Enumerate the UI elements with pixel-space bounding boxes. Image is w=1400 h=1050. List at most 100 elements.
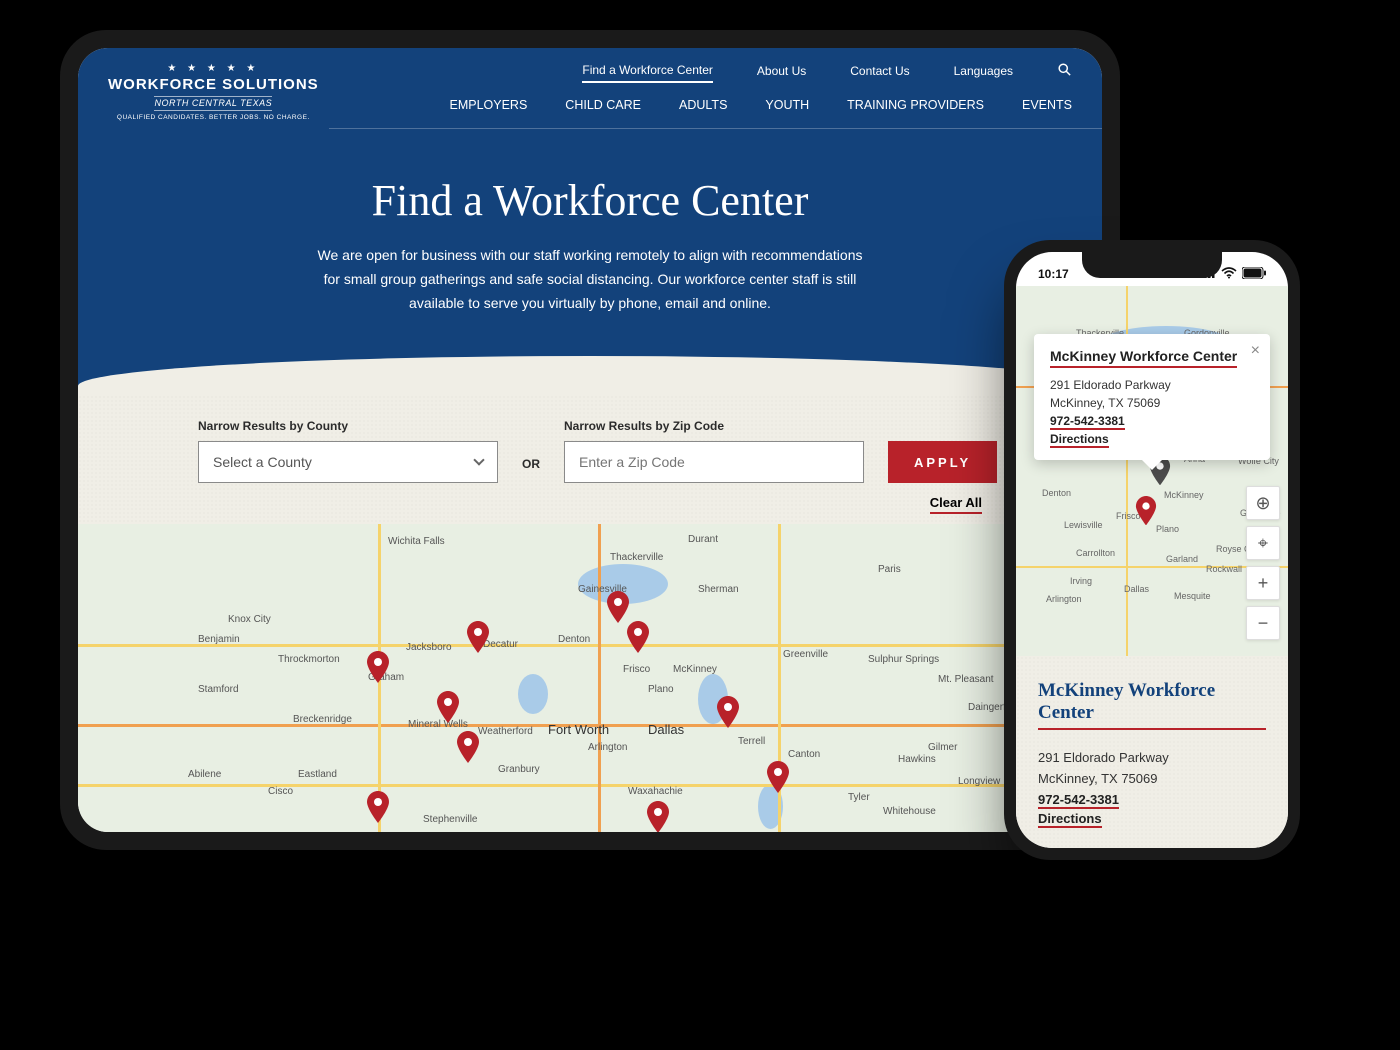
map-city-label: Cisco: [268, 786, 293, 797]
chevron-down-icon: [473, 455, 484, 466]
close-icon[interactable]: ×: [1251, 342, 1260, 360]
map-city-label: Arlington: [1046, 594, 1082, 604]
nav-training[interactable]: TRAINING PROVIDERS: [847, 98, 984, 116]
hero-body: We are open for business with our staff …: [310, 244, 870, 315]
map-city-label: Granbury: [498, 764, 540, 775]
brand-logo[interactable]: ★ ★ ★ ★ ★ WORKFORCE SOLUTIONS NORTH CENT…: [108, 62, 319, 123]
map-info-window: × McKinney Workforce Center 291 Eldorado…: [1034, 334, 1270, 460]
nav-find-center[interactable]: Find a Workforce Center: [582, 63, 713, 83]
filter-or-label: OR: [522, 457, 540, 483]
map-city-label: Whitehouse: [883, 806, 936, 817]
map-city-label: McKinney: [1164, 490, 1204, 500]
map-city-label: Waxahachie: [628, 786, 683, 797]
map-city-label: Stephenville: [423, 814, 477, 825]
nav-childcare[interactable]: CHILD CARE: [565, 98, 641, 116]
map-city-label: Sherman: [698, 584, 739, 595]
hero-section: ★ ★ ★ ★ ★ WORKFORCE SOLUTIONS NORTH CENT…: [78, 48, 1102, 395]
map-city-label: Rockwall: [1206, 564, 1242, 574]
phone-screen: 10:17 ThackervilleGordonvilleGainesville…: [1016, 252, 1288, 848]
tablet-screen: ★ ★ ★ ★ ★ WORKFORCE SOLUTIONS NORTH CENT…: [78, 48, 1102, 832]
map-pin-icon[interactable]: [606, 590, 630, 624]
map-pin-icon[interactable]: [766, 760, 790, 794]
popup-phone-link[interactable]: 972-542-3381: [1050, 414, 1125, 430]
map-city-label: Garland: [1166, 554, 1198, 564]
map-pin-icon[interactable]: [436, 690, 460, 724]
center-detail-card: McKinney Workforce Center 291 Eldorado P…: [1016, 656, 1288, 848]
locate-icon[interactable]: ⌖: [1246, 526, 1280, 560]
logo-tag: QUALIFIED CANDIDATES. BETTER JOBS. NO CH…: [117, 114, 310, 122]
phone-device: 10:17 ThackervilleGordonvilleGainesville…: [1004, 240, 1300, 860]
map-city-label: Dallas: [1124, 584, 1149, 594]
clear-all-link[interactable]: Clear All: [930, 495, 982, 514]
map-city-label: Sulphur Springs: [868, 654, 939, 665]
map-pin-icon[interactable]: [626, 620, 650, 654]
map-road: [598, 524, 601, 832]
phone-notch: [1082, 252, 1222, 278]
popup-addr2: McKinney, TX 75069: [1050, 394, 1254, 412]
logo-main: WORKFORCE SOLUTIONS: [108, 75, 319, 95]
detail-directions-link[interactable]: Directions: [1038, 811, 1102, 828]
status-time: 10:17: [1038, 267, 1069, 281]
map-city-label: Wichita Falls: [388, 536, 445, 547]
nav-divider: [329, 128, 1102, 129]
nav-contact[interactable]: Contact Us: [850, 64, 909, 82]
map-pin-icon[interactable]: [716, 695, 740, 729]
map-city-label: Stamford: [198, 684, 239, 695]
nav-languages[interactable]: Languages: [954, 64, 1013, 82]
nav-employers[interactable]: EMPLOYERS: [449, 98, 527, 116]
popup-addr1: 291 Eldorado Parkway: [1050, 376, 1254, 394]
logo-stars: ★ ★ ★ ★ ★: [167, 62, 259, 75]
map-pin-icon[interactable]: [646, 800, 670, 832]
map-pin-icon[interactable]: [456, 730, 480, 764]
county-label: Narrow Results by County: [198, 419, 498, 433]
map-city-label: Irving: [1070, 576, 1092, 586]
nav-about[interactable]: About Us: [757, 64, 806, 82]
map-city-label: Lewisville: [1064, 520, 1103, 530]
map-city-label: Fort Worth: [548, 722, 609, 737]
search-icon[interactable]: [1057, 62, 1072, 84]
map-pin-icon[interactable]: [1135, 496, 1157, 526]
map-city-label: Plano: [648, 684, 674, 695]
clear-line: Clear All: [198, 495, 982, 510]
results-map[interactable]: Wichita FallsDurantParisThackervilleGain…: [78, 524, 1102, 832]
map-city-label: Longview: [958, 776, 1000, 787]
map-city-label: Canton: [788, 749, 820, 760]
hero-content: Find a Workforce Center We are open for …: [78, 135, 1102, 365]
filter-band: Narrow Results by County Select a County…: [78, 395, 1102, 524]
map-city-label: Denton: [1042, 488, 1071, 498]
map-city-label: Mesquite: [1174, 591, 1211, 601]
map-city-label: Throckmorton: [278, 654, 340, 665]
popup-directions-link[interactable]: Directions: [1050, 432, 1109, 448]
map-city-label: Thackerville: [610, 552, 663, 563]
nav-adults[interactable]: ADULTS: [679, 98, 727, 116]
map-city-label: Arlington: [588, 742, 627, 753]
map-controls: ⊕ ⌖ + −: [1246, 486, 1280, 640]
county-field: Narrow Results by County Select a County: [198, 419, 498, 483]
apply-button[interactable]: APPLY: [888, 441, 997, 483]
nav-rows: Find a Workforce Center About Us Contact…: [359, 62, 1072, 129]
map-city-label: Dallas: [648, 722, 684, 737]
tablet-device: ★ ★ ★ ★ ★ WORKFORCE SOLUTIONS NORTH CENT…: [60, 30, 1120, 850]
zoom-in-button[interactable]: +: [1246, 566, 1280, 600]
map-pin-icon[interactable]: [366, 650, 390, 684]
county-select[interactable]: Select a County: [198, 441, 498, 483]
nav-events[interactable]: EVENTS: [1022, 98, 1072, 116]
phone-map[interactable]: ThackervilleGordonvilleGainesvilleWhites…: [1016, 286, 1288, 656]
map-city-label: Abilene: [188, 769, 221, 780]
map-city-label: McKinney: [673, 664, 717, 675]
map-pin-icon[interactable]: [466, 620, 490, 654]
zip-input[interactable]: [564, 441, 864, 483]
map-city-label: Plano: [1156, 524, 1179, 534]
map-city-label: Durant: [688, 534, 718, 545]
county-select-value: Select a County: [213, 454, 312, 470]
map-pin-icon[interactable]: [366, 790, 390, 824]
popup-title: McKinney Workforce Center: [1050, 348, 1237, 368]
battery-icon: [1242, 267, 1266, 282]
map-city-label: Terrell: [738, 736, 765, 747]
globe-icon[interactable]: ⊕: [1246, 486, 1280, 520]
detail-title: McKinney Workforce Center: [1038, 680, 1266, 730]
filter-row: Narrow Results by County Select a County…: [198, 419, 982, 483]
nav-youth[interactable]: YOUTH: [765, 98, 809, 116]
zoom-out-button[interactable]: −: [1246, 606, 1280, 640]
detail-phone-link[interactable]: 972-542-3381: [1038, 792, 1119, 809]
